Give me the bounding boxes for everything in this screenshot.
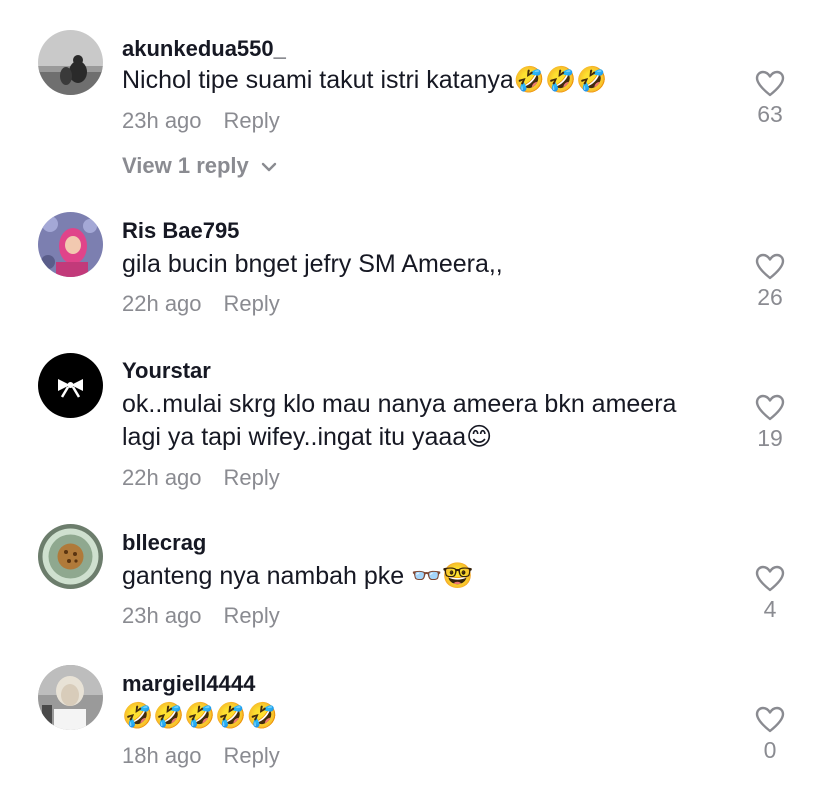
like-count: 4 xyxy=(763,596,777,622)
avatar[interactable] xyxy=(38,212,103,277)
like-button[interactable]: 63 xyxy=(750,70,790,128)
comment-meta: 23h ago Reply xyxy=(122,603,280,629)
reply-button[interactable]: Reply xyxy=(224,291,280,316)
chevron-down-icon xyxy=(261,162,277,172)
view-replies-button[interactable]: View 1 reply xyxy=(122,153,277,179)
heart-outline-icon xyxy=(755,394,785,421)
comment-meta: 18h ago Reply xyxy=(122,743,280,769)
like-count: 0 xyxy=(763,737,777,763)
view-replies-label: View 1 reply xyxy=(122,153,249,178)
like-button[interactable]: 0 xyxy=(750,706,790,764)
like-count: 63 xyxy=(757,101,783,127)
comment-time: 23h ago xyxy=(122,603,202,628)
comment-meta: 23h ago Reply xyxy=(122,108,280,134)
comment-time: 18h ago xyxy=(122,743,202,768)
comment-username[interactable]: Yourstar xyxy=(122,358,211,384)
like-button[interactable]: 19 xyxy=(750,394,790,452)
comment-text: Nichol tipe suami takut istri katanya🤣🤣🤣 xyxy=(122,66,608,94)
like-count: 26 xyxy=(757,284,783,310)
comment-meta: 22h ago Reply xyxy=(122,465,280,491)
heart-outline-icon xyxy=(755,253,785,280)
reply-button[interactable]: Reply xyxy=(224,603,280,628)
avatar[interactable] xyxy=(38,30,103,95)
comment-meta: 22h ago Reply xyxy=(122,291,280,317)
reply-button[interactable]: Reply xyxy=(224,743,280,768)
avatar[interactable] xyxy=(38,665,103,730)
heart-outline-icon xyxy=(755,70,785,97)
heart-outline-icon xyxy=(755,706,785,733)
comment-time: 23h ago xyxy=(122,108,202,133)
comment-username[interactable]: Ris Bae795 xyxy=(122,218,239,244)
comment-username[interactable]: akunkedua550_ xyxy=(122,36,286,62)
comment-text: 🤣🤣🤣🤣🤣 xyxy=(122,702,278,730)
reply-button[interactable]: Reply xyxy=(224,465,280,490)
comment-time: 22h ago xyxy=(122,465,202,490)
like-count: 19 xyxy=(757,425,783,451)
reply-button[interactable]: Reply xyxy=(224,108,280,133)
like-button[interactable]: 4 xyxy=(750,565,790,623)
comment-text: gila bucin bnget jefry SM Ameera,, xyxy=(122,250,503,278)
avatar[interactable] xyxy=(38,524,103,589)
comment-text: ok..mulai skrg klo mau nanya ameera bkn … xyxy=(122,390,677,451)
comment-text: ganteng nya nambah pke 👓🤓 xyxy=(122,562,474,590)
heart-outline-icon xyxy=(755,565,785,592)
avatar[interactable] xyxy=(38,353,103,418)
comment-username[interactable]: bllecrag xyxy=(122,530,206,556)
comment-username[interactable]: margiell4444 xyxy=(122,671,255,697)
comment-time: 22h ago xyxy=(122,291,202,316)
like-button[interactable]: 26 xyxy=(750,253,790,311)
